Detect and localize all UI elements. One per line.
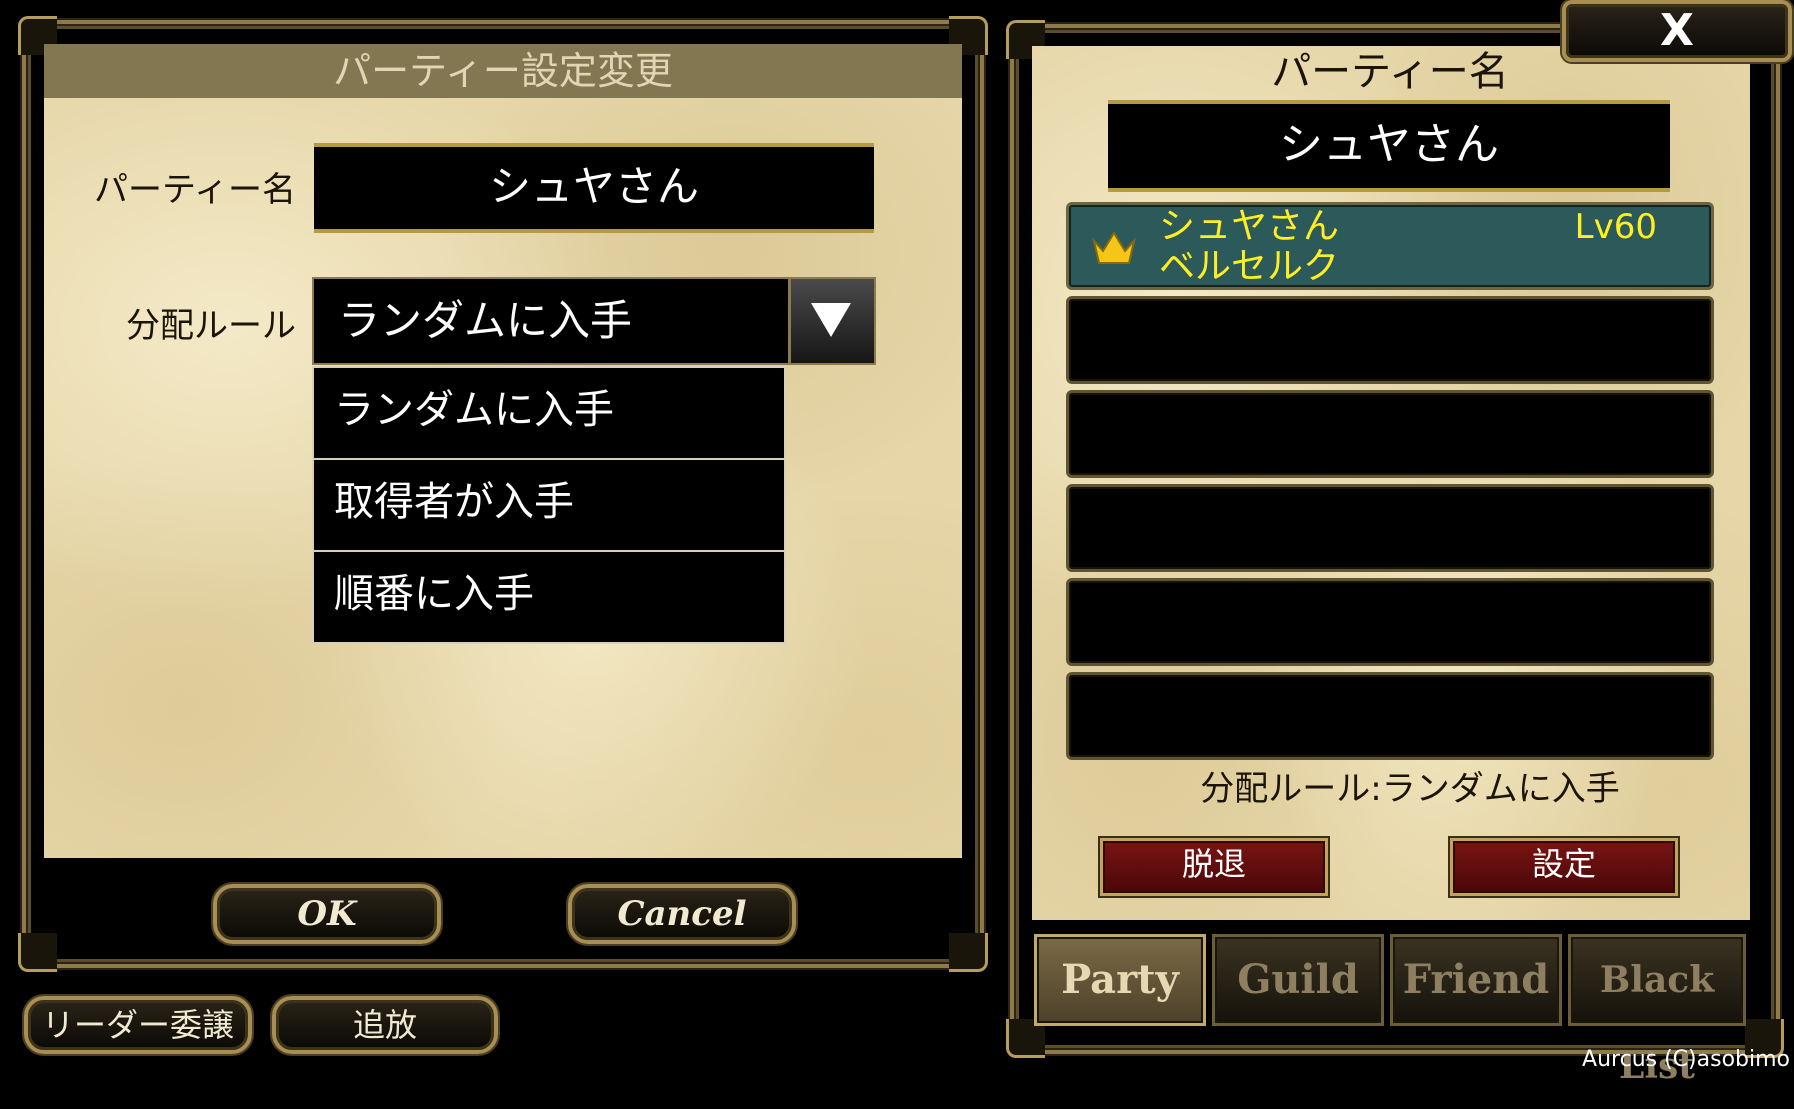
ok-button[interactable]: OK [213, 884, 441, 944]
cancel-button[interactable]: Cancel [568, 884, 796, 944]
distribution-label: 分配ルール [126, 306, 296, 346]
member-name: シュヤさん [1159, 206, 1340, 247]
kick-button[interactable]: 追放 [272, 996, 498, 1054]
tab-friend[interactable]: Friend [1390, 934, 1562, 1026]
empty-member-slot[interactable] [1066, 578, 1714, 666]
tab-party[interactable]: Party [1034, 934, 1206, 1026]
distribution-selected-value: ランダムに入手 [338, 296, 633, 345]
distribution-select[interactable]: ランダムに入手 [312, 277, 876, 365]
dropdown-option-round-robin[interactable]: 順番に入手 [312, 552, 786, 644]
copyright-text: Aurcus (C)asobimo [1582, 1047, 1790, 1072]
ok-button-label: OK [297, 894, 357, 934]
triangle-down-icon [811, 303, 851, 337]
party-name-display: シュヤさん [1108, 100, 1670, 192]
transfer-leader-button[interactable]: リーダー委譲 [24, 996, 252, 1054]
frame-corner [949, 933, 988, 972]
dropdown-option-looter[interactable]: 取得者が入手 [312, 460, 786, 552]
empty-member-slot[interactable] [1066, 390, 1714, 478]
empty-member-slot[interactable] [1066, 484, 1714, 572]
tab-black-list[interactable]: Black List [1568, 934, 1746, 1087]
member-class: ベルセルク [1159, 246, 1340, 287]
party-name-header: パーティー名 [1271, 49, 1509, 95]
empty-member-slot[interactable] [1066, 296, 1714, 384]
kick-button-label: 追放 [352, 1006, 417, 1044]
party-name-value: シュヤさん [488, 162, 699, 211]
dialog-title: パーティー設定変更 [333, 49, 673, 93]
tab-guild[interactable]: Guild [1212, 934, 1384, 1026]
member-slot[interactable]: シュヤさん ベルセルク Lv60 [1066, 202, 1714, 290]
crown-icon [1092, 231, 1136, 264]
x-icon: X [1660, 5, 1694, 56]
party-settings-button[interactable]: 設定 [1450, 838, 1678, 896]
dialog-title-bar: パーティー設定変更 [44, 44, 962, 98]
distribution-rule-text: 分配ルール:ランダムに入手 [1200, 769, 1620, 809]
party-name-label: パーティー名 [94, 170, 296, 210]
party-name-display-value: シュヤさん [1279, 119, 1499, 170]
dropdown-toggle-button[interactable] [788, 279, 874, 363]
empty-member-slot[interactable] [1066, 672, 1714, 760]
leave-party-button[interactable]: 脱退 [1100, 838, 1328, 896]
frame-corner [18, 933, 57, 972]
distribution-dropdown-list: ランダムに入手 取得者が入手 順番に入手 [312, 366, 786, 644]
transfer-leader-label: リーダー委譲 [41, 1006, 234, 1044]
dropdown-option-random[interactable]: ランダムに入手 [312, 366, 786, 460]
member-level: Lv60 [1574, 207, 1657, 247]
cancel-button-label: Cancel [617, 894, 747, 934]
party-name-input[interactable]: シュヤさん [314, 143, 874, 233]
